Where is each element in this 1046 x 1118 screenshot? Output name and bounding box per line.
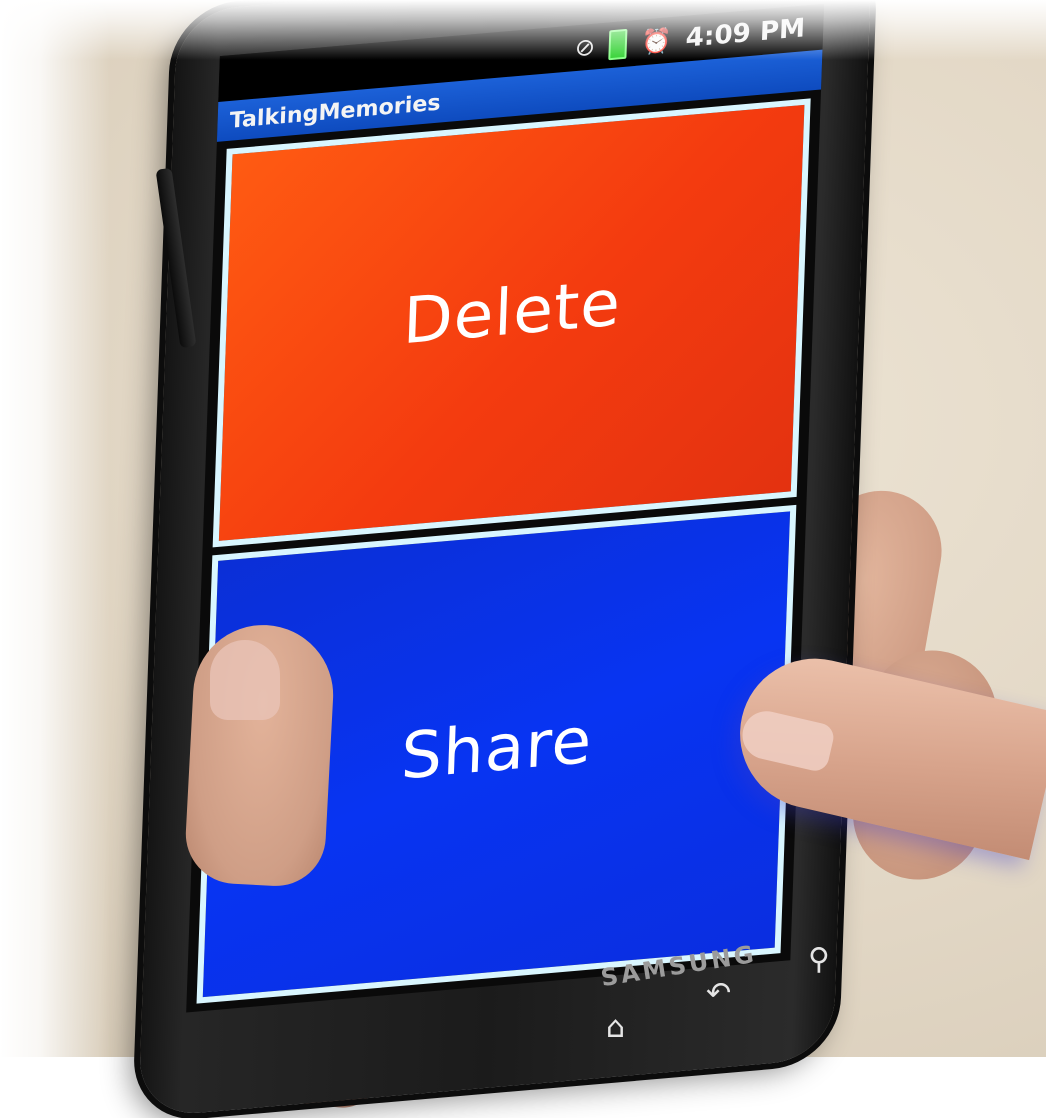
back-icon[interactable]: ↶ [706, 976, 731, 1011]
alarm-icon: ⏰ [640, 25, 673, 57]
status-time: 4:09 PM [685, 13, 806, 54]
share-label: Share [399, 704, 594, 795]
no-sim-icon: ⊘ [574, 32, 596, 63]
delete-button[interactable]: Delete [212, 98, 811, 548]
home-icon[interactable]: ⌂ [606, 1010, 625, 1045]
battery-icon [608, 28, 628, 61]
phone: ⊘ ⏰ 4:09 PM TalkingMemories Delete Share… [0, 0, 1046, 1118]
search-icon[interactable]: ⚲ [808, 942, 830, 977]
delete-label: Delete [401, 266, 623, 360]
thumb-nail [210, 640, 280, 720]
